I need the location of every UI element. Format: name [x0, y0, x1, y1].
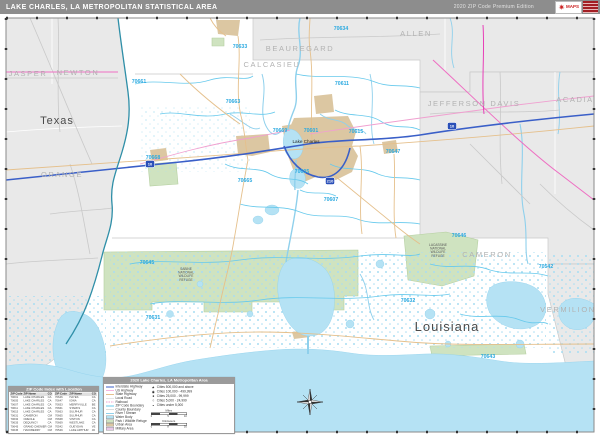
zip-label: 70542 [539, 264, 554, 270]
legend-city-classes: ★ Cities 500,000 and above ◉ Cities 100,000… [151, 385, 194, 408]
zip-label: 70605 [295, 169, 310, 175]
poi-label: LACASSINE NATIONAL WILDLIFE REFUGE [429, 243, 447, 258]
page-title: LAKE CHARLES, LA METROPOLITAN STATISTICA… [6, 3, 218, 11]
county-label: CAMERON [462, 250, 512, 259]
zip-label: 70665 [238, 178, 253, 184]
county-label: CALCASIEU [244, 60, 301, 69]
header-bar: LAKE CHARLES, LA METROPOLITAN STATISTICA… [0, 0, 600, 14]
zip-label: 70607 [324, 197, 339, 203]
legend-title: 2020 Lake Charles, LA Metropolitan Area [130, 378, 208, 383]
zip-label: 70647 [386, 149, 401, 155]
zip-index-row: 70645 HACKBERRY CM [10, 429, 52, 433]
urban-moss-bluff [314, 94, 334, 114]
logo-star-icon: ✷ [558, 2, 565, 12]
zip-index-table: ZIP Code ZIP Name CO 70646 HAYES CA 70647 IOWA C… [54, 392, 97, 433]
city-labels: Lake Charles [292, 139, 320, 144]
publisher-logo: ✷ MAPS [555, 1, 598, 14]
scale-bar-miles: Miles 0 5 10 [150, 409, 187, 418]
legend-city-label: Cities 5,000 - 24,999 [156, 399, 187, 403]
poi-label: SABINE NATIONAL WILDLIFE REFUGE [178, 267, 194, 282]
zip-label: 70634 [334, 26, 349, 32]
legend-items: Interstate Highway US Highway State Highwa… [106, 385, 147, 432]
moss-lake [264, 204, 280, 216]
legend-city-class: ∘ Cities under 5,000 [151, 403, 194, 408]
county-label: ALLEN [400, 29, 432, 38]
map-page: LAKE CHARLES, LA METROPOLITAN STATISTICA… [0, 0, 600, 436]
interstate-shield-label: 10 [148, 162, 153, 167]
logo-red-block [583, 1, 598, 13]
legend-city-class: ★ Cities 500,000 and above [151, 385, 194, 390]
city-label: Lake Charles [292, 139, 320, 144]
interstate-shield-label: 10 [450, 124, 455, 129]
legend-city-class: ◉ Cities 100,000 - 499,999 [151, 390, 194, 395]
zip-label: 70611 [335, 81, 349, 87]
zip-label: 70615 [349, 129, 364, 135]
state-label: Louisiana [415, 319, 480, 334]
zip-index-title: ZIP Code Index with Location [25, 387, 82, 392]
scale-bar-km: Kilometers 0 8 16 [150, 420, 187, 429]
legend-right-column: ★ Cities 500,000 and above ◉ Cities 100,000… [150, 385, 194, 432]
city-symbol-icon: ● [152, 394, 155, 399]
zip-label: 70601 [304, 128, 319, 134]
city-symbol-icon: ★ [151, 385, 155, 390]
zip-index-body: ZIP Code ZIP Name CO 70601 LAKE CHARLES CA 706… [9, 392, 98, 433]
county-label: ORANGE [41, 170, 83, 179]
zip-label: 70663 [226, 99, 241, 105]
city-symbol-icon: ○ [152, 399, 155, 403]
zip-index-row: 70549 LAKE ARTHUR JD [55, 429, 96, 433]
legend-item-label: Military Area [115, 426, 134, 431]
county-label: JEFFERSON DAVIS [428, 99, 521, 108]
map-canvas: 10 10 210 SABINE NATIONAL WILDLIFE REFUGE LACA… [4, 16, 596, 434]
county-label: ACADIA [556, 95, 594, 104]
legend-city-class: ● Cities 25,000 - 99,999 [151, 394, 194, 399]
zip-index-table: ZIP Code ZIP Name CO 70601 LAKE CHARLES CA 706… [10, 392, 53, 433]
county-label: VERMILION [540, 305, 596, 314]
legend-city-label: Cities under 5,000 [156, 403, 184, 408]
interstate-shield: 10 [447, 122, 457, 130]
legend-city-label: Cities 500,000 and above [156, 385, 194, 390]
zip-label: 70669 [273, 128, 288, 134]
zip-label: 70661 [132, 79, 147, 85]
legend-body: Interstate Highway US Highway State Highwa… [104, 384, 232, 432]
zip-label: 70643 [481, 354, 496, 360]
interstate-shield: 10 [145, 160, 155, 168]
interstate-shield: 210 [325, 177, 335, 185]
zip-label: 70633 [233, 44, 248, 50]
city-symbol-icon: ◉ [151, 390, 155, 394]
urban-dequincy [216, 20, 240, 36]
zip-label: 70668 [146, 155, 161, 161]
county-label: BEAUREGARD [266, 44, 335, 53]
logo-mark: ✷ MAPS [555, 1, 582, 14]
edition-label: 2020 ZIP Code Premium Edition [453, 4, 534, 10]
state-label: Texas [40, 115, 74, 127]
legend-box: 2020 Lake Charles, LA Metropolitan Area … [103, 377, 235, 434]
legend-city-label: Cities 100,000 - 499,999 [156, 390, 193, 394]
zip-index-box: ZIP Code Index with Location ZIP Code ZIP… [8, 386, 99, 434]
legend-swatch-fill [106, 426, 114, 431]
logo-word: MAPS [565, 4, 579, 10]
zip-label: 70631 [146, 315, 161, 321]
interstate-shield-label: 210 [327, 179, 334, 184]
city-symbol-icon: ∘ [152, 403, 155, 408]
zip-label: 70646 [452, 233, 467, 239]
zip-label: 70645 [140, 260, 155, 266]
county-label: NEWTON [57, 68, 100, 77]
legend-item: Military Area [106, 426, 147, 431]
county-label: JASPER [9, 69, 48, 78]
zip-label: 70632 [401, 298, 416, 304]
legend-city-label: Cities 25,000 - 99,999 [156, 394, 189, 399]
compass-rose [296, 388, 324, 416]
green-north [211, 37, 225, 47]
